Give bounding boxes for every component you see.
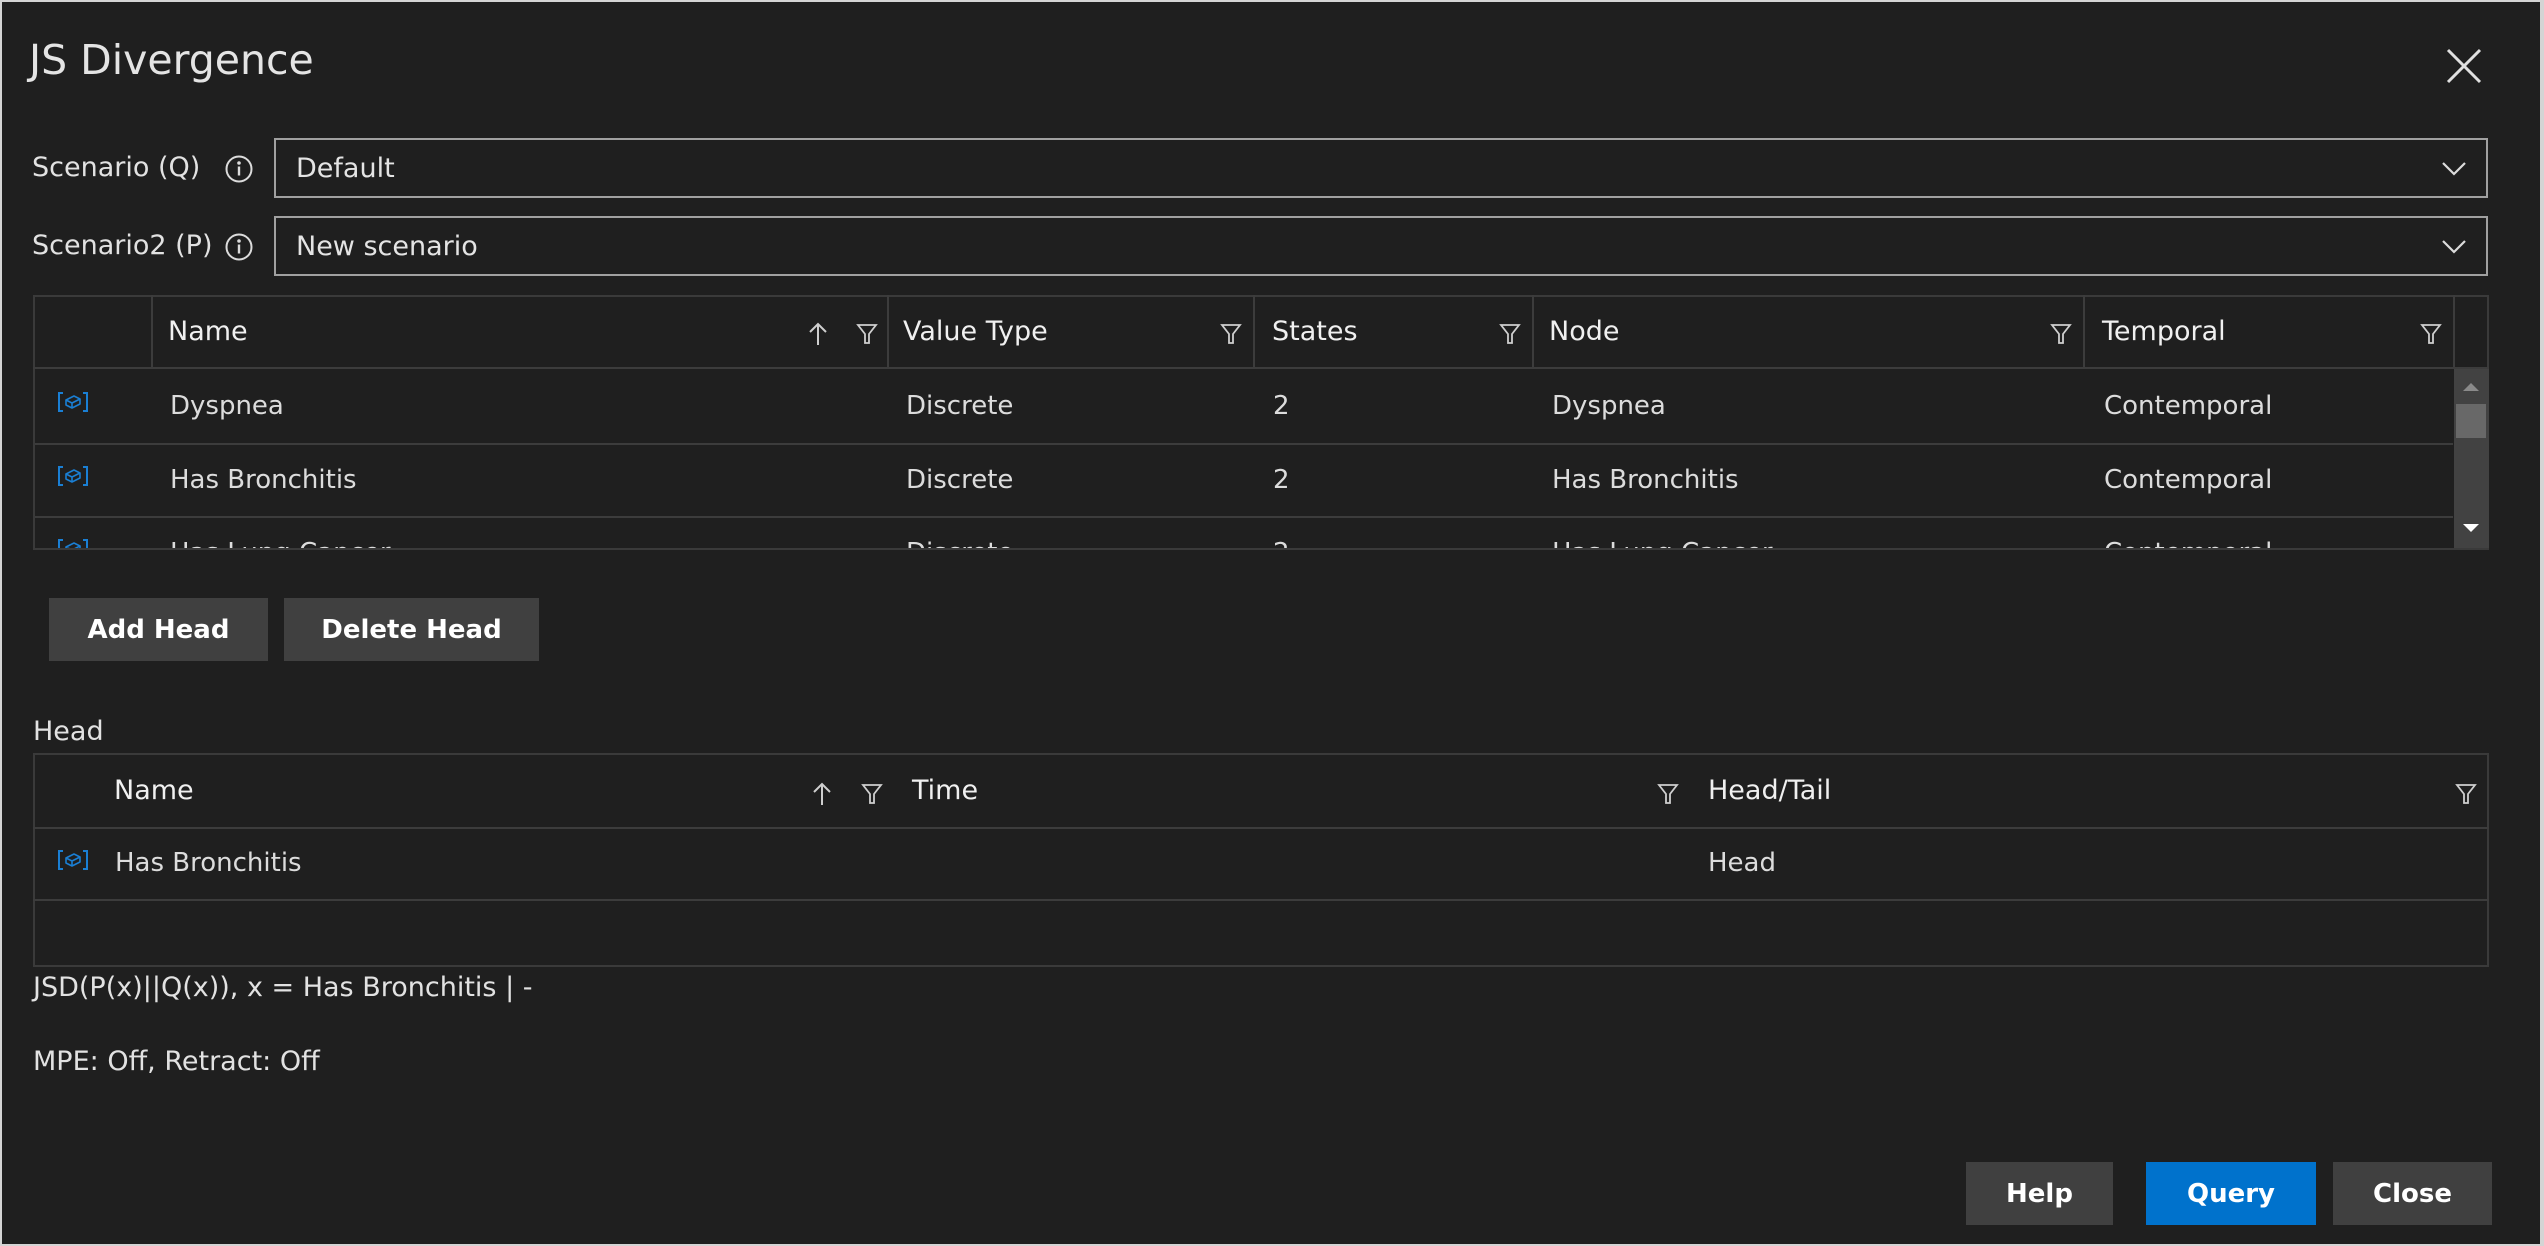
info-icon[interactable]	[224, 232, 254, 262]
scenario-p-label: Scenario2 (P)	[32, 230, 213, 261]
cell-name: Has Bronchitis	[115, 848, 302, 878]
table-row[interactable]: Has Bronchitis Discrete 2 Has Bronchitis…	[35, 445, 2453, 516]
scenario-p-value: New scenario	[296, 231, 478, 262]
dialog-title: JS Divergence	[29, 36, 314, 84]
table-row[interactable]: Has Bronchitis Head	[35, 829, 2487, 899]
header-label: States	[1272, 316, 1358, 347]
header-label: Head/Tail	[1708, 775, 1832, 806]
filter-icon[interactable]	[2420, 321, 2442, 347]
filter-icon[interactable]	[2050, 321, 2072, 347]
help-button[interactable]: Help	[1966, 1162, 2113, 1225]
column-header-states[interactable]: States	[1255, 297, 1532, 367]
column-header-name[interactable]: Name	[153, 297, 887, 367]
column-header-head-tail[interactable]: Head/Tail	[1692, 755, 2487, 827]
header-label: Node	[1549, 316, 1620, 347]
header-label: Temporal	[2102, 316, 2226, 347]
column-header-value-type[interactable]: Value Type	[889, 297, 1253, 367]
filter-icon[interactable]	[1220, 321, 1242, 347]
header-label: Value Type	[903, 316, 1048, 347]
options-status-text: MPE: Off, Retract: Off	[33, 1046, 320, 1077]
column-header-time[interactable]: Time	[898, 755, 1692, 827]
info-icon[interactable]	[224, 154, 254, 184]
node-icon	[57, 465, 89, 487]
vertical-scrollbar[interactable]	[2454, 369, 2489, 548]
scenario-p-select[interactable]: New scenario	[274, 216, 2488, 276]
filter-icon[interactable]	[1499, 321, 1521, 347]
close-button[interactable]: Close	[2333, 1162, 2492, 1225]
scenario-q-select[interactable]: Default	[274, 138, 2488, 198]
cell-temporal: Contemporal	[2104, 538, 2272, 548]
row-divider	[33, 899, 2489, 901]
jsd-formula-text: JSD(P(x)||Q(x)), x = Has Bronchitis | -	[33, 972, 533, 1003]
nodes-table-body: Dyspnea Discrete 2 Dyspnea Contemporal H…	[35, 369, 2453, 548]
column-header-name[interactable]: Name	[35, 755, 898, 827]
delete-head-button[interactable]: Delete Head	[284, 598, 539, 661]
scrollbar-thumb[interactable]	[2456, 404, 2486, 438]
scroll-up-arrow-icon[interactable]	[2463, 383, 2479, 391]
cell-temporal: Contemporal	[2104, 465, 2273, 495]
cell-node: Has Bronchitis	[1552, 465, 1739, 495]
cell-value-type: Discrete	[906, 391, 1014, 421]
cell-states: 2	[1273, 538, 1290, 548]
head-section-label: Head	[33, 716, 104, 747]
filter-icon[interactable]	[1657, 781, 1679, 807]
filter-icon[interactable]	[861, 781, 883, 807]
chevron-down-icon	[2440, 157, 2468, 179]
cell-temporal: Contemporal	[2104, 391, 2273, 421]
sort-ascending-icon[interactable]	[807, 321, 829, 347]
cell-states: 2	[1273, 465, 1290, 495]
column-header-node[interactable]: Node	[1534, 297, 2083, 367]
table-row[interactable]: Has Lung Cancer Discrete 2 Has Lung Canc…	[35, 518, 2453, 548]
column-divider	[2453, 295, 2455, 369]
node-icon	[57, 538, 89, 548]
scroll-down-arrow-icon[interactable]	[2463, 524, 2479, 532]
cell-value-type: Discrete	[906, 538, 1013, 548]
header-label: Name	[168, 316, 248, 347]
cell-states: 2	[1273, 391, 1290, 421]
scenario-q-label: Scenario (Q)	[32, 152, 201, 183]
cell-node: Has Lung Cancer	[1552, 538, 1773, 548]
close-icon[interactable]	[2445, 47, 2483, 85]
filter-icon[interactable]	[2455, 781, 2477, 807]
node-icon	[57, 391, 89, 413]
scenario-q-value: Default	[296, 153, 395, 184]
cell-name: Has Bronchitis	[170, 465, 357, 495]
cell-node: Dyspnea	[1552, 391, 1666, 421]
node-icon	[57, 849, 89, 871]
sort-ascending-icon[interactable]	[811, 781, 833, 807]
chevron-down-icon	[2440, 235, 2468, 257]
cell-value-type: Discrete	[906, 465, 1014, 495]
cell-name: Has Lung Cancer	[170, 538, 391, 548]
cell-head-tail: Head	[1708, 848, 1776, 878]
column-header-temporal[interactable]: Temporal	[2085, 297, 2453, 367]
query-button[interactable]: Query	[2146, 1162, 2316, 1225]
filter-icon[interactable]	[856, 321, 878, 347]
cell-name: Dyspnea	[170, 391, 284, 421]
header-label: Time	[912, 775, 979, 806]
table-row[interactable]: Dyspnea Discrete 2 Dyspnea Contemporal	[35, 369, 2453, 441]
js-divergence-dialog: JS Divergence Scenario (Q) Default Scena…	[2, 2, 2540, 1244]
add-head-button[interactable]: Add Head	[49, 598, 268, 661]
header-label: Name	[114, 775, 194, 806]
